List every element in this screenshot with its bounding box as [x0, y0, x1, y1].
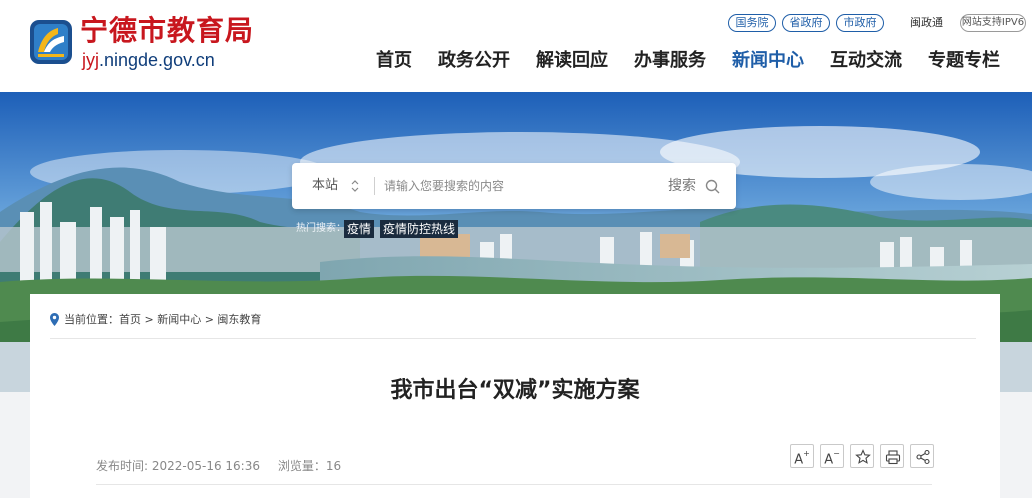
- nav-item-special-topics[interactable]: 专题专栏: [928, 46, 1000, 76]
- share-button[interactable]: [910, 444, 934, 468]
- location-pin-icon: [50, 313, 59, 326]
- favorite-button[interactable]: [850, 444, 874, 468]
- site-logo[interactable]: 宁德市教育局 jyj.ningde.gov.cn: [28, 14, 278, 72]
- search-input[interactable]: [384, 171, 644, 201]
- article-tools: A+ A−: [790, 444, 934, 470]
- site-header: 宁德市教育局 jyj.ningde.gov.cn 国务院 省政府 市政府 闽政通…: [0, 0, 1032, 92]
- top-link-province[interactable]: 省政府: [782, 14, 830, 32]
- ipv6-badge: 网站支持IPV6: [960, 14, 1026, 32]
- hot-tag-epidemic-hotline[interactable]: 疫情防控热线: [380, 220, 459, 238]
- top-link-city[interactable]: 市政府: [836, 14, 884, 32]
- nav-item-services[interactable]: 办事服务: [634, 46, 706, 76]
- site-url-rest: .ningde.gov.cn: [99, 50, 215, 70]
- article-title: 我市出台“双减”实施方案: [390, 378, 640, 403]
- font-increase-button[interactable]: A+: [790, 444, 814, 468]
- hot-tag-epidemic[interactable]: 疫情: [344, 220, 375, 238]
- nav-item-home[interactable]: 首页: [376, 46, 412, 76]
- article-meta: 发布时间: 2022-05-16 16:36 浏览量：16: [96, 458, 355, 474]
- top-links: 国务院 省政府 市政府 闽政通 网站支持IPV6: [532, 14, 1032, 34]
- minus-icon: −: [833, 449, 840, 458]
- nav-item-interpretation[interactable]: 解读回应: [536, 46, 608, 76]
- site-title: 宁德市教育局: [80, 14, 255, 47]
- breadcrumb-text[interactable]: 当前位置：首页 > 新闻中心 > 闽东教育: [64, 312, 261, 328]
- hot-search-tags: 热门搜索： 疫情 疫情防控热线: [296, 220, 496, 238]
- printer-icon: [885, 450, 901, 465]
- view-count: 浏览量：16: [277, 459, 342, 473]
- search-button-label: 搜索: [668, 178, 696, 194]
- font-decrease-label: A: [824, 452, 834, 468]
- site-url-highlight: jyj: [82, 50, 99, 70]
- search-divider: [374, 177, 375, 195]
- search-button[interactable]: 搜索: [668, 163, 720, 209]
- nav-item-interaction[interactable]: 互动交流: [830, 46, 902, 76]
- article-card: 当前位置：首页 > 新闻中心 > 闽东教育 我市出台“双减”实施方案 发布时间:…: [30, 294, 1000, 498]
- search-box: 本站 搜索: [292, 163, 736, 209]
- plus-icon: +: [803, 449, 810, 458]
- hot-search-label: 热门搜索：: [296, 223, 346, 234]
- breadcrumb-divider: [50, 338, 976, 339]
- breadcrumb: 当前位置：首页 > 新闻中心 > 闽东教育: [50, 312, 450, 328]
- education-bureau-emblem-icon: [30, 20, 72, 64]
- search-scope-select[interactable]: 本站: [312, 163, 338, 209]
- publish-time: 发布时间: 2022-05-16 16:36: [96, 459, 260, 473]
- font-decrease-button[interactable]: A−: [820, 444, 844, 468]
- top-link-state-council[interactable]: 国务院: [728, 14, 776, 32]
- nav-item-news-center[interactable]: 新闻中心: [732, 46, 804, 76]
- main-nav: 首页 政务公开 解读回应 办事服务 新闻中心 互动交流 专题专栏: [352, 46, 1032, 76]
- site-url: jyj.ningde.gov.cn: [82, 50, 215, 70]
- print-button[interactable]: [880, 444, 904, 468]
- nav-item-government-affairs[interactable]: 政务公开: [438, 46, 510, 76]
- top-link-min-zheng-tong[interactable]: 闽政通: [910, 14, 943, 32]
- font-increase-label: A: [794, 452, 804, 468]
- search-icon: [705, 179, 720, 194]
- share-icon: [916, 449, 930, 465]
- meta-divider: [96, 484, 932, 485]
- sort-arrows-icon[interactable]: [350, 178, 360, 194]
- star-icon: [855, 449, 871, 464]
